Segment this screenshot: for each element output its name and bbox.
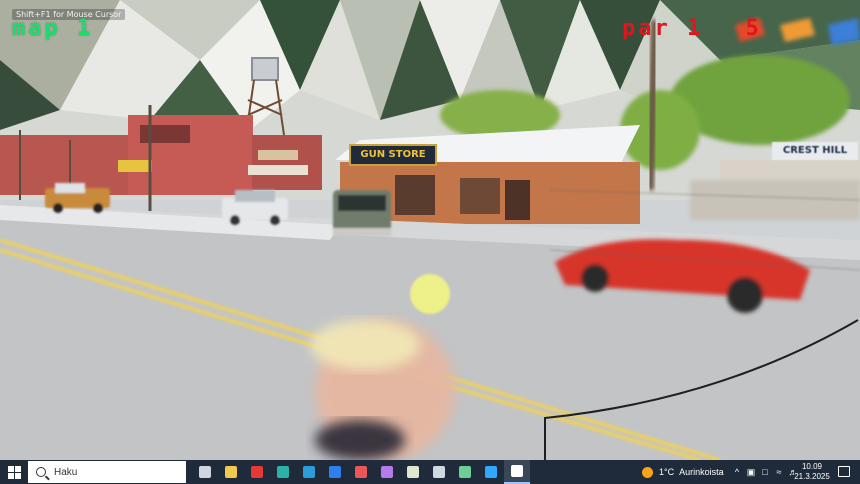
edge-browser-icon: [277, 466, 289, 478]
dropbox-icon: [329, 466, 341, 478]
taskbar-app-button[interactable]: [400, 460, 426, 484]
taskbar-app-button[interactable]: [452, 460, 478, 484]
taskbar-app-button[interactable]: [374, 460, 400, 484]
weather-text: Aurinkoista: [679, 467, 724, 477]
red-app-icon: [355, 466, 367, 478]
usb-icon[interactable]: □: [760, 467, 770, 477]
clock-date: 21.3.2025: [794, 472, 830, 481]
taskbar-app-button[interactable]: [426, 460, 452, 484]
taskbar-app-button[interactable]: [244, 460, 270, 484]
par-label: par 1: [622, 16, 704, 41]
taskbar-app-button[interactable]: [270, 460, 296, 484]
calendar-app-icon: [407, 466, 419, 478]
taskbar-app-button[interactable]: [504, 460, 530, 484]
chevron-up-icon[interactable]: ^: [732, 467, 742, 477]
map-label: map 1: [12, 16, 94, 41]
building-sign: CREST HILL: [772, 142, 858, 160]
waveform-app-icon: [303, 466, 315, 478]
green-van-car: [333, 190, 391, 236]
task-view-icon: [199, 466, 211, 478]
notification-icon[interactable]: [838, 466, 850, 477]
gun-store-sign: GUN STORE: [349, 144, 437, 166]
start-button[interactable]: [4, 463, 24, 481]
camera-icon[interactable]: ▣: [746, 467, 756, 477]
clock-time: 10.09: [801, 462, 823, 471]
weather-widget[interactable]: 1°C Aurinkoista: [642, 460, 724, 484]
taskbar-search-box[interactable]: Haku: [28, 461, 186, 483]
red-diamond-app-icon: [251, 466, 263, 478]
search-icon: [36, 467, 46, 477]
gradient-app-icon: [459, 466, 471, 478]
par-counter: par 1 5: [622, 16, 762, 41]
strokes-count: 5: [745, 16, 762, 41]
taskbar-apps: [192, 460, 530, 484]
windows-logo-icon: [7, 465, 21, 479]
copilot-app-icon: [381, 466, 393, 478]
clock[interactable]: 10.09 21.3.2025: [788, 462, 836, 482]
unreal-engine-icon: [511, 465, 523, 477]
taskbar-app-button[interactable]: [192, 460, 218, 484]
game-viewport[interactable]: GUN STORE CREST HILL Shift+F1 for Mouse …: [0, 0, 860, 460]
search-placeholder: Haku: [54, 466, 78, 478]
steam-icon: [433, 466, 445, 478]
file-explorer-icon: [225, 466, 237, 478]
wifi-icon[interactable]: ≈: [774, 467, 784, 477]
windows-taskbar: Haku 1°C Aurinkoista ^ ▣ □ ≈ ♬ 10.09 21.…: [0, 460, 860, 484]
taskbar-app-button[interactable]: [296, 460, 322, 484]
game-scene: [0, 0, 860, 460]
taskbar-app-button[interactable]: [478, 460, 504, 484]
taskbar-app-button[interactable]: [218, 460, 244, 484]
photoshop-icon: [485, 466, 497, 478]
taskbar-app-button[interactable]: [322, 460, 348, 484]
sun-icon: [642, 466, 653, 478]
taskbar-app-button[interactable]: [348, 460, 374, 484]
golf-ball: [410, 274, 450, 314]
weather-temp: 1°C: [659, 467, 675, 477]
